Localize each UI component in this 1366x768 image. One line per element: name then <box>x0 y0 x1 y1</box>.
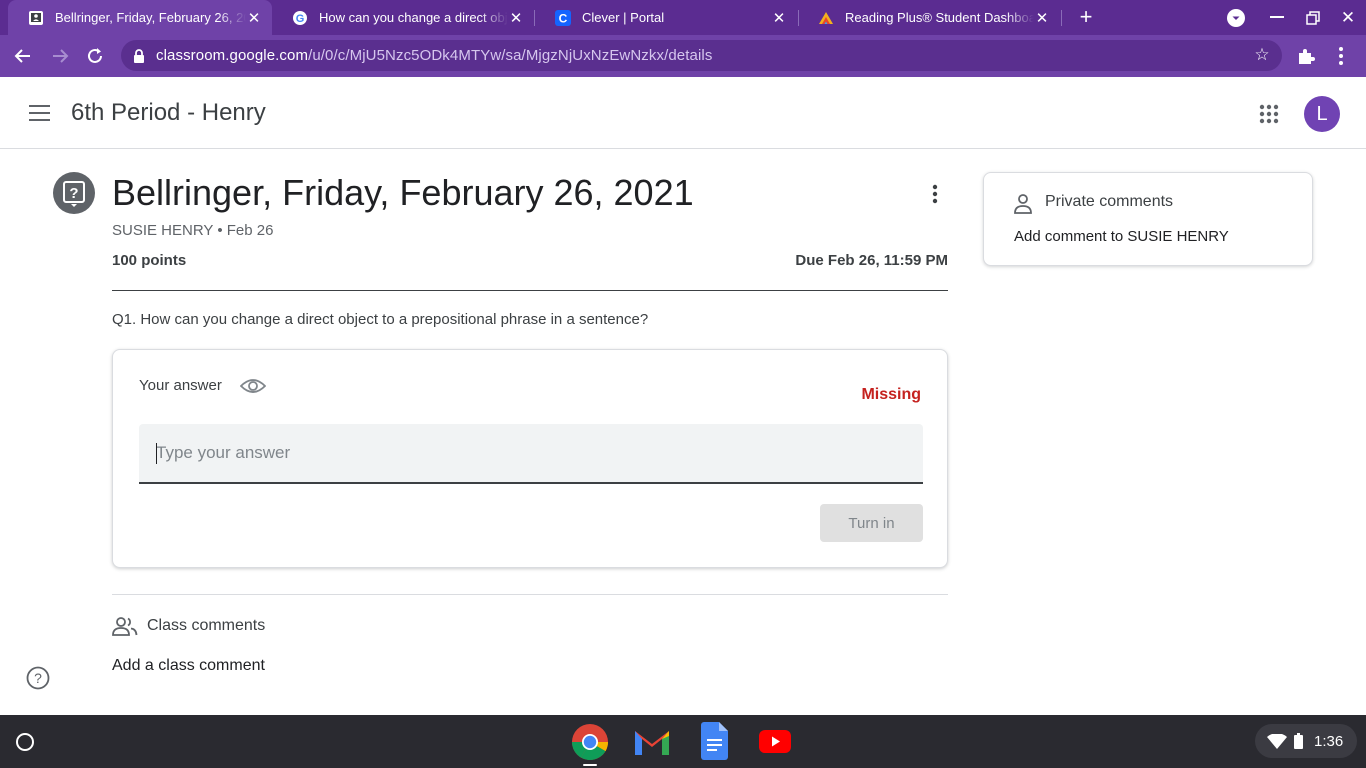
lock-icon <box>134 49 144 63</box>
private-comments-title: Private comments <box>1045 193 1174 210</box>
answer-card: Your answer Missing Turn in <box>112 349 948 568</box>
launcher-icon[interactable] <box>16 733 34 751</box>
your-answer-label: Your answer <box>139 377 222 394</box>
tab-classroom[interactable]: Bellringer, Friday, February 26, 2021 ✕ <box>8 0 272 35</box>
help-icon[interactable]: ? <box>26 666 50 690</box>
tab-title: Bellringer, Friday, February 26, 2021 <box>55 10 246 25</box>
gmail-icon[interactable] <box>633 727 671 757</box>
extensions-icon[interactable] <box>1296 46 1316 66</box>
battery-icon <box>1294 733 1303 749</box>
restore-icon[interactable] <box>1306 11 1320 25</box>
account-avatar[interactable]: L <box>1304 96 1340 132</box>
tab-search-icon[interactable] <box>1227 9 1245 27</box>
tab-google-search[interactable]: G How can you change a direct object ✕ <box>272 0 534 35</box>
posted-date: Feb 26 <box>226 222 274 239</box>
svg-text:G: G <box>296 13 305 25</box>
forward-icon[interactable] <box>50 46 70 66</box>
add-private-comment-link[interactable]: Add comment to SUSIE HENRY <box>1014 228 1229 245</box>
class-comments-label: Class comments <box>147 617 266 634</box>
close-tab-icon[interactable]: ✕ <box>771 9 787 27</box>
browser-toolbar: classroom.google.com/u/0/c/MjU5Nzc5ODk4M… <box>0 35 1366 77</box>
tab-reading-plus[interactable]: Reading Plus® Student Dashboard ✕ <box>798 0 1060 35</box>
tab-clever[interactable]: C Clever | Portal ✕ <box>535 0 797 35</box>
system-shelf: 1:36 <box>0 715 1366 768</box>
tab-title: Reading Plus® Student Dashboard <box>845 10 1034 25</box>
svg-text:?: ? <box>34 670 42 686</box>
wifi-icon <box>1267 734 1287 749</box>
chrome-icon[interactable] <box>571 723 609 761</box>
clock-time: 1:36 <box>1314 733 1344 750</box>
close-tab-icon[interactable]: ✕ <box>1034 9 1050 27</box>
close-tab-icon[interactable]: ✕ <box>508 9 524 27</box>
docs-icon[interactable] <box>701 722 728 760</box>
visibility-eye-icon[interactable] <box>239 377 267 395</box>
new-tab-icon[interactable]: + <box>1074 4 1098 30</box>
svg-text:C: C <box>559 11 568 25</box>
url-host: classroom.google.com <box>156 47 309 64</box>
google-favicon-icon: G <box>293 10 307 25</box>
close-tab-icon[interactable]: ✕ <box>246 9 262 27</box>
google-apps-icon[interactable] <box>1259 104 1279 124</box>
browser-menu-icon[interactable] <box>1333 46 1349 66</box>
classroom-header: 6th Period - Henry L <box>0 77 1366 149</box>
more-options-icon[interactable] <box>925 184 945 206</box>
private-comments-card: Private comments Add comment to SUSIE HE… <box>983 172 1313 266</box>
question-text: Q1. How can you change a direct object t… <box>112 311 649 328</box>
person-icon <box>1013 193 1033 215</box>
assignment-question-icon: ? <box>53 172 95 214</box>
author-line: SUSIE HENRY • Feb 26 <box>112 222 274 239</box>
turn-in-button[interactable]: Turn in <box>820 504 923 542</box>
hamburger-menu-icon[interactable] <box>29 104 51 122</box>
clever-favicon-icon: C <box>555 9 571 26</box>
running-indicator <box>583 764 597 766</box>
points-label: 100 points <box>112 252 187 269</box>
tab-strip: Bellringer, Friday, February 26, 2021 ✕ … <box>0 0 1366 35</box>
reload-icon[interactable] <box>85 46 105 66</box>
tab-title: Clever | Portal <box>582 10 665 25</box>
address-bar[interactable]: classroom.google.com/u/0/c/MjU5Nzc5ODk4M… <box>121 40 1282 71</box>
status-area[interactable]: 1:36 <box>1255 724 1357 758</box>
svg-text:?: ? <box>69 185 78 202</box>
class-title[interactable]: 6th Period - Henry <box>71 99 266 127</box>
reading-plus-favicon-icon <box>819 11 833 24</box>
divider <box>112 594 948 595</box>
youtube-icon[interactable] <box>759 730 791 753</box>
answer-input[interactable] <box>139 424 923 484</box>
bookmark-star-icon[interactable]: ☆ <box>1252 45 1272 65</box>
text-caret <box>156 443 157 464</box>
people-icon <box>112 616 138 636</box>
url-path: /u/0/c/MjU5Nzc5ODk4MTYw/sa/MjgzNjUxNzEwN… <box>308 47 713 64</box>
divider <box>112 290 948 291</box>
tab-separator <box>1061 10 1062 26</box>
close-window-icon[interactable]: ✕ <box>1339 8 1357 27</box>
author-name: SUSIE HENRY <box>112 222 214 239</box>
status-badge: Missing <box>861 386 921 403</box>
assignment-title: Bellringer, Friday, February 26, 2021 <box>112 172 694 213</box>
minimize-icon[interactable] <box>1270 16 1284 18</box>
url-text: classroom.google.com/u/0/c/MjU5Nzc5ODk4M… <box>156 47 712 64</box>
add-class-comment-link[interactable]: Add a class comment <box>112 657 265 675</box>
tab-title: How can you change a direct object <box>319 10 508 25</box>
classroom-favicon-icon <box>29 10 43 25</box>
back-icon[interactable] <box>13 46 33 66</box>
due-date: Due Feb 26, 11:59 PM <box>795 252 948 269</box>
